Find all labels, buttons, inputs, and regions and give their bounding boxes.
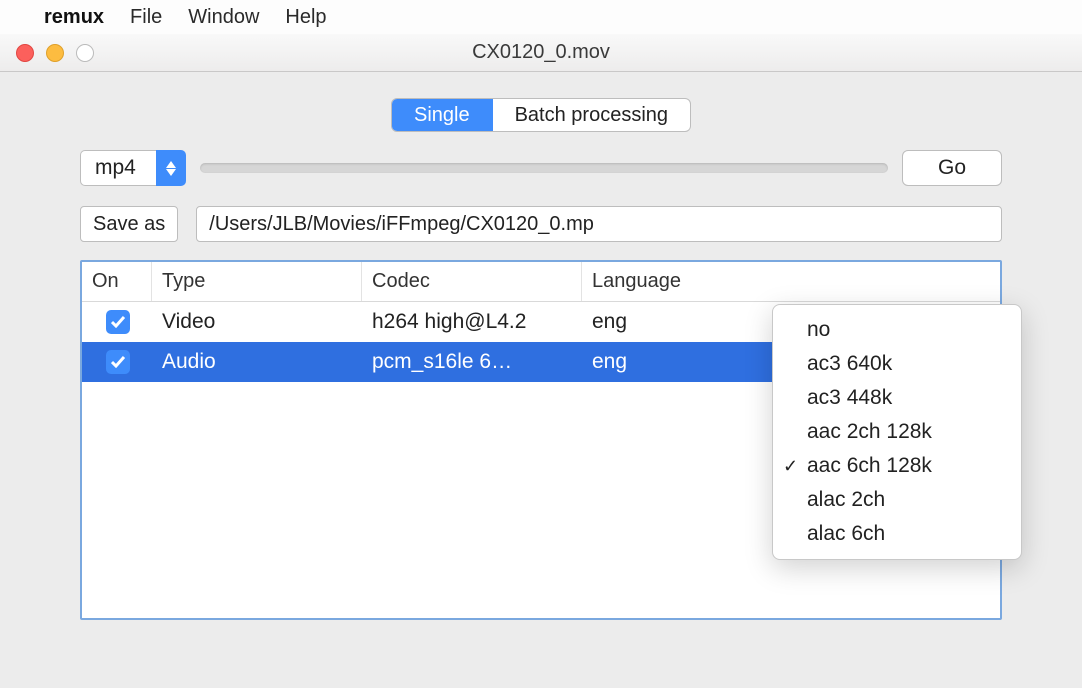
row-checkbox-cell [82, 310, 152, 334]
row-type: Audio [152, 350, 362, 374]
popup-item-no[interactable]: no [773, 313, 1021, 347]
format-select[interactable]: mp4 [80, 150, 186, 186]
tab-batch[interactable]: Batch processing [493, 99, 690, 131]
window-title: CX0120_0.mov [0, 41, 1082, 64]
col-on[interactable]: On [82, 262, 152, 301]
codec-popup-menu: no ac3 640k ac3 448k aac 2ch 128k ✓aac 6… [772, 304, 1022, 560]
popup-item-aac-6ch-128k[interactable]: ✓aac 6ch 128k [773, 449, 1021, 483]
progress-bar [200, 163, 888, 173]
app-menu[interactable]: remux [44, 6, 104, 29]
menu-window[interactable]: Window [188, 6, 259, 29]
window-titlebar: CX0120_0.mov [0, 34, 1082, 72]
checkmark-icon: ✓ [783, 456, 798, 477]
popup-item-aac-2ch-128k[interactable]: aac 2ch 128k [773, 415, 1021, 449]
saveas-row: Save as /Users/JLB/Movies/iFFmpeg/CX0120… [20, 206, 1062, 242]
row-codec: pcm_s16le 6… [362, 350, 582, 374]
row-checkbox-cell [82, 350, 152, 374]
row-type: Video [152, 310, 362, 334]
menu-file[interactable]: File [130, 6, 162, 29]
popup-item-alac-2ch[interactable]: alac 2ch [773, 483, 1021, 517]
row-checkbox[interactable] [106, 310, 130, 334]
row-codec: h264 high@L4.2 [362, 310, 582, 334]
popup-item-ac3-448k[interactable]: ac3 448k [773, 381, 1021, 415]
col-language[interactable]: Language [582, 262, 1000, 301]
tab-single[interactable]: Single [392, 99, 493, 131]
mode-segmented-control: Single Batch processing [20, 98, 1062, 132]
format-select-label: mp4 [80, 150, 156, 186]
popup-item-ac3-640k[interactable]: ac3 640k [773, 347, 1021, 381]
save-as-button[interactable]: Save as [80, 206, 178, 242]
menu-help[interactable]: Help [285, 6, 326, 29]
col-codec[interactable]: Codec [362, 262, 582, 301]
row-checkbox[interactable] [106, 350, 130, 374]
menubar: remux File Window Help [0, 0, 1082, 34]
table-header: On Type Codec Language [82, 262, 1000, 302]
toolbar-row: mp4 Go [20, 150, 1062, 186]
window-body: Single Batch processing mp4 Go Save as /… [0, 72, 1082, 688]
go-button[interactable]: Go [902, 150, 1002, 186]
col-type[interactable]: Type [152, 262, 362, 301]
format-select-stepper-icon [156, 150, 186, 186]
output-path-field[interactable]: /Users/JLB/Movies/iFFmpeg/CX0120_0.mp [196, 206, 1002, 242]
popup-item-alac-6ch[interactable]: alac 6ch [773, 517, 1021, 551]
